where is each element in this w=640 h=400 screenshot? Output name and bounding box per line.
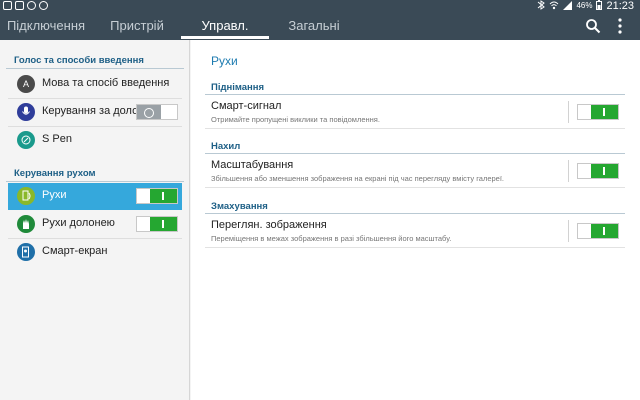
setting-description: Збільшення або зменшення зображення на е… [211,174,505,183]
search-icon[interactable] [585,18,601,34]
chart-notification-icon [15,1,24,10]
section-header-tilt: Нахил [211,141,241,152]
sidebar-item-palm-motions[interactable]: Рухи долонею [8,211,182,237]
sync-notification-icon [39,1,48,10]
section-divider [205,153,625,154]
tab-device[interactable]: Пристрій [92,12,182,40]
palm-control-toggle[interactable] [136,104,178,120]
zoom-toggle[interactable] [577,163,619,179]
setting-description: Переміщення в межах зображення в разі зб… [211,234,452,243]
vertical-divider [568,101,569,123]
sidebar-item-label: Рухи [42,189,67,201]
toggle-knob [591,105,618,119]
motion-icon [17,187,35,205]
section-divider [6,68,184,69]
vertical-divider [568,160,569,182]
smart-screen-icon [17,243,35,261]
sidebar-item-label: Рухи долонею [42,217,115,229]
sidebar-item-label: Керування за долонею [42,105,136,117]
s-pen-icon [17,131,35,149]
motions-settings-panel: Рухи Піднімання Смарт-сигнал Отримайте п… [191,40,640,400]
section-header-motion-control: Керування рухом [14,168,96,179]
section-divider [6,181,184,182]
sidebar-item-label: Мова та спосіб введення [42,77,170,89]
section-divider [205,213,625,214]
setting-title: Смарт-сигнал [211,100,282,112]
microphone-icon [17,103,35,121]
toggle-knob [150,217,177,231]
sidebar-item-smart-screen[interactable]: Смарт-екран [8,239,182,265]
battery-percent: 46% [576,1,593,10]
setting-description: Отримайте пропущені виклики та повідомле… [211,115,380,124]
setting-title: Переглян. зображення [211,219,327,231]
section-header-voice-input: Голос та способи введення [14,55,144,66]
sidebar-item-s-pen[interactable]: S Pen [8,127,182,153]
active-tab-indicator [181,36,269,39]
motions-toggle[interactable] [136,188,178,204]
signal-icon [563,0,573,12]
sidebar-item-label: S Pen [42,133,72,145]
keyboard-icon: A [17,75,35,93]
image-notification-icon [3,1,12,10]
section-header-swipe: Змахування [211,201,268,212]
tab-bar: Підключення Пристрій Управл. Загальні [0,12,640,40]
settings-categories-panel: Голос та способи введення A Мова та спос… [0,40,190,400]
page-title: Рухи [211,54,238,68]
clock: 21:23 [606,0,634,12]
section-divider [205,94,625,95]
status-bar: 46% 21:23 [0,0,640,12]
tab-connections[interactable]: Підключення [0,12,92,40]
sidebar-item-motions[interactable]: Рухи [8,183,182,210]
more-options-icon[interactable] [616,17,624,35]
item-divider [205,187,625,188]
item-divider [205,247,625,248]
block-notification-icon [27,1,36,10]
sidebar-item-language-input[interactable]: A Мова та спосіб введення [8,71,182,97]
setting-title: Масштабування [211,159,294,171]
tab-general[interactable]: Загальні [269,12,359,40]
bluetooth-icon [537,0,546,12]
toggle-knob [137,105,161,119]
sidebar-item-palm-control[interactable]: Керування за долонею [8,99,182,125]
sidebar-item-label: Смарт-екран [42,245,108,257]
toggle-knob [150,189,177,203]
vertical-divider [568,220,569,242]
item-divider [205,128,625,129]
smart-alert-toggle[interactable] [577,104,619,120]
palm-icon [17,215,35,233]
toggle-knob [591,164,618,178]
palm-motions-toggle[interactable] [136,216,178,232]
section-header-pickup: Піднімання [211,82,265,93]
battery-icon [596,0,603,12]
wifi-icon [549,0,559,12]
toggle-knob [591,224,618,238]
browse-image-toggle[interactable] [577,223,619,239]
